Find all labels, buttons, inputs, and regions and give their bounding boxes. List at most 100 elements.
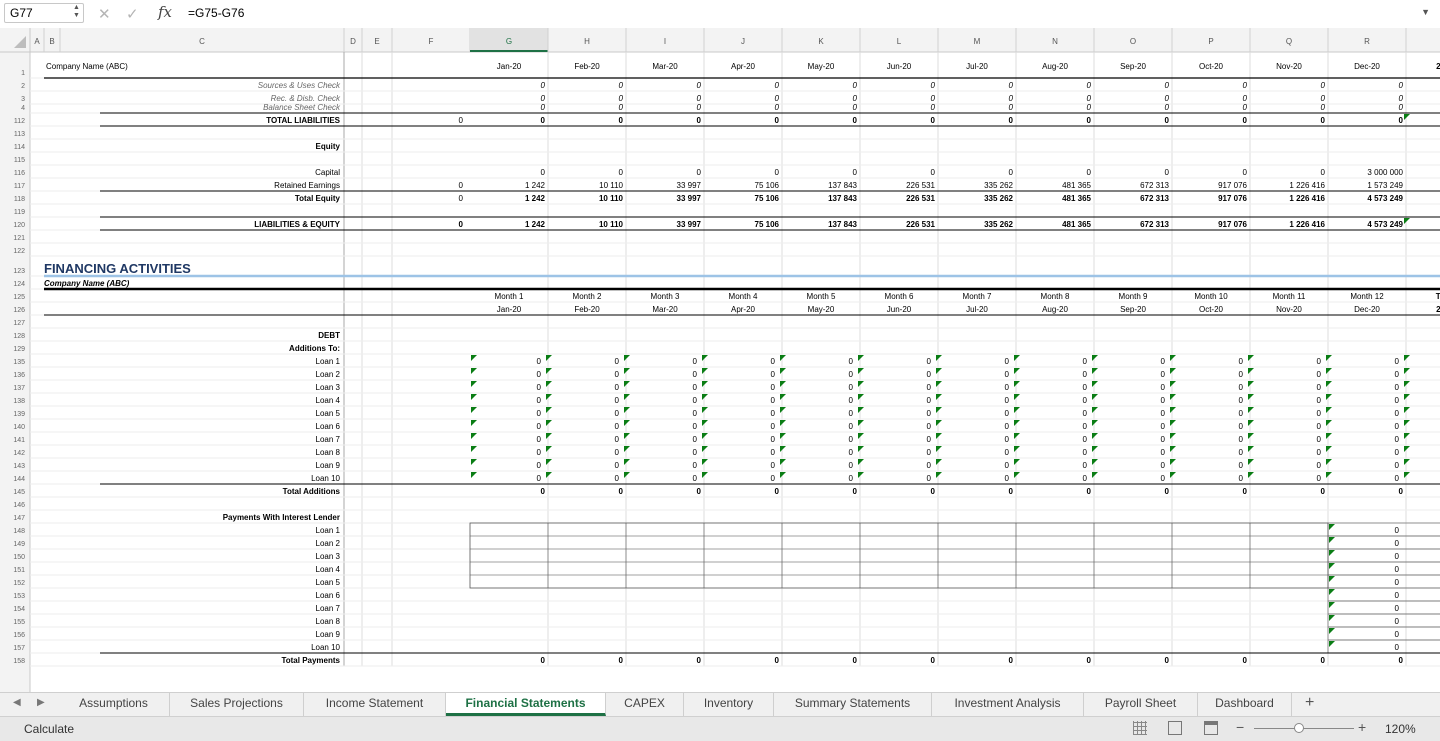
value-cell[interactable]: 10 110	[599, 194, 624, 203]
value-cell[interactable]: 0	[615, 357, 620, 366]
value-cell[interactable]: 0	[693, 396, 698, 405]
value-cell[interactable]: 0	[615, 435, 620, 444]
value-cell[interactable]: 335 262	[984, 220, 1013, 229]
value-cell[interactable]: 4 573 249	[1367, 220, 1403, 229]
value-cell[interactable]: 672 313	[1140, 220, 1169, 229]
value-cell[interactable]: 33 997	[677, 181, 702, 190]
tab-capex[interactable]: CAPEX	[606, 693, 684, 716]
value-cell[interactable]: 3 000 000	[1367, 168, 1403, 177]
value-cell[interactable]: 0	[537, 435, 542, 444]
value-cell[interactable]: 0	[1239, 409, 1244, 418]
value-cell[interactable]: 0	[849, 383, 854, 392]
row-number[interactable]: 150	[13, 554, 25, 561]
row-number[interactable]: 148	[13, 528, 25, 535]
value-cell[interactable]: 0	[1395, 526, 1400, 535]
value-cell[interactable]: 0	[775, 94, 780, 103]
value-cell[interactable]: 0	[693, 448, 698, 457]
fx-icon[interactable]: fx	[158, 3, 172, 21]
value-cell[interactable]: 0	[615, 448, 620, 457]
value-cell[interactable]: 0	[1161, 422, 1166, 431]
value-cell[interactable]: 0	[1083, 409, 1088, 418]
value-cell[interactable]: 0	[1165, 487, 1170, 496]
value-cell[interactable]: 0	[1395, 539, 1400, 548]
value-cell[interactable]: 917 076	[1218, 220, 1247, 229]
row-number[interactable]: 137	[13, 385, 25, 392]
value-cell[interactable]: 0	[615, 461, 620, 470]
value-cell[interactable]: 0	[697, 94, 702, 103]
grid-canvas[interactable]: ABCDEFGHIJKLMNOPQRS1Company Name (ABC)Ja…	[0, 28, 1440, 692]
value-cell[interactable]: 0	[619, 94, 624, 103]
value-cell[interactable]: 0	[849, 435, 854, 444]
value-cell[interactable]: 0	[541, 168, 546, 177]
value-cell[interactable]: 0	[775, 487, 780, 496]
value-cell[interactable]: 0	[697, 487, 702, 496]
value-cell[interactable]: 226 531	[906, 194, 935, 203]
row-number[interactable]: 129	[13, 346, 25, 353]
row-number[interactable]: 3	[21, 96, 25, 103]
row-number[interactable]: 124	[13, 281, 25, 288]
prev-sheet-icon[interactable]: ◀	[13, 697, 21, 708]
value-cell[interactable]: 1 242	[525, 194, 546, 203]
value-cell[interactable]: 0	[1395, 591, 1400, 600]
value-cell[interactable]: 481 365	[1062, 220, 1091, 229]
value-cell[interactable]: 0	[1243, 116, 1248, 125]
value-cell[interactable]: 0	[1243, 487, 1248, 496]
value-cell[interactable]: 0	[1009, 94, 1014, 103]
value-cell[interactable]: 0	[537, 461, 542, 470]
row-number[interactable]: 112	[14, 118, 25, 125]
page-layout-view-icon[interactable]	[1168, 721, 1182, 735]
value-cell[interactable]: 0	[931, 656, 936, 665]
value-cell[interactable]: 0	[1165, 81, 1170, 90]
value-cell[interactable]: 0	[1009, 103, 1014, 112]
value-cell[interactable]: 0	[1165, 168, 1170, 177]
value-cell[interactable]: 0	[615, 422, 620, 431]
value-cell[interactable]: 75 106	[755, 181, 780, 190]
value-cell[interactable]: 0	[1087, 94, 1092, 103]
value-cell[interactable]: 0	[1239, 422, 1244, 431]
zoom-in-button[interactable]: +	[1358, 719, 1366, 735]
value-cell[interactable]: 0	[927, 357, 932, 366]
row-number[interactable]: 138	[13, 398, 25, 405]
row-number[interactable]: 155	[13, 619, 25, 626]
row-number[interactable]: 121	[13, 235, 25, 242]
value-cell[interactable]: 0	[927, 396, 932, 405]
page-break-view-icon[interactable]	[1204, 721, 1218, 735]
value-cell[interactable]: 0	[1005, 409, 1010, 418]
tab-financial-statements[interactable]: Financial Statements	[446, 693, 606, 716]
add-sheet-button[interactable]: +	[1305, 694, 1314, 712]
value-cell[interactable]: 0	[615, 474, 620, 483]
tab-inventory[interactable]: Inventory	[684, 693, 774, 716]
value-cell[interactable]: 0	[853, 94, 858, 103]
value-cell[interactable]: 0	[1005, 435, 1010, 444]
value-cell[interactable]: 10 110	[599, 181, 623, 190]
value-cell[interactable]: 0	[849, 370, 854, 379]
value-cell[interactable]: 0	[1005, 461, 1010, 470]
value-cell[interactable]: 0	[1395, 422, 1400, 431]
value-cell[interactable]: 0	[1239, 435, 1244, 444]
value-cell[interactable]: 0	[771, 461, 776, 470]
row-number[interactable]: 146	[13, 502, 25, 509]
value-cell[interactable]: 0	[853, 116, 858, 125]
value-cell[interactable]: 0	[1083, 435, 1088, 444]
tab-assumptions[interactable]: Assumptions	[58, 693, 170, 716]
row-number[interactable]: 127	[13, 320, 25, 327]
value-cell[interactable]: 0	[1395, 643, 1400, 652]
value-cell[interactable]: 0	[1009, 116, 1014, 125]
value-cell[interactable]: 0	[1317, 357, 1322, 366]
value-cell[interactable]: 0	[771, 474, 776, 483]
value-cell[interactable]: 0	[1321, 103, 1326, 112]
value-cell[interactable]: 0	[537, 370, 542, 379]
row-number[interactable]: 123	[13, 268, 25, 275]
value-cell[interactable]: 0	[1395, 370, 1400, 379]
row-number[interactable]: 156	[13, 632, 25, 639]
value-cell[interactable]: 0	[1239, 370, 1244, 379]
normal-view-icon[interactable]	[1133, 721, 1147, 735]
value-cell[interactable]: 0	[1161, 357, 1166, 366]
value-cell[interactable]: 0	[1243, 103, 1248, 112]
value-cell[interactable]: 0	[1009, 168, 1014, 177]
value-cell[interactable]: 0	[1395, 474, 1400, 483]
tab-dashboard[interactable]: Dashboard	[1198, 693, 1292, 716]
value-cell[interactable]: 0	[853, 168, 858, 177]
tab-payroll-sheet[interactable]: Payroll Sheet	[1084, 693, 1198, 716]
value-cell[interactable]: 0	[1317, 409, 1322, 418]
